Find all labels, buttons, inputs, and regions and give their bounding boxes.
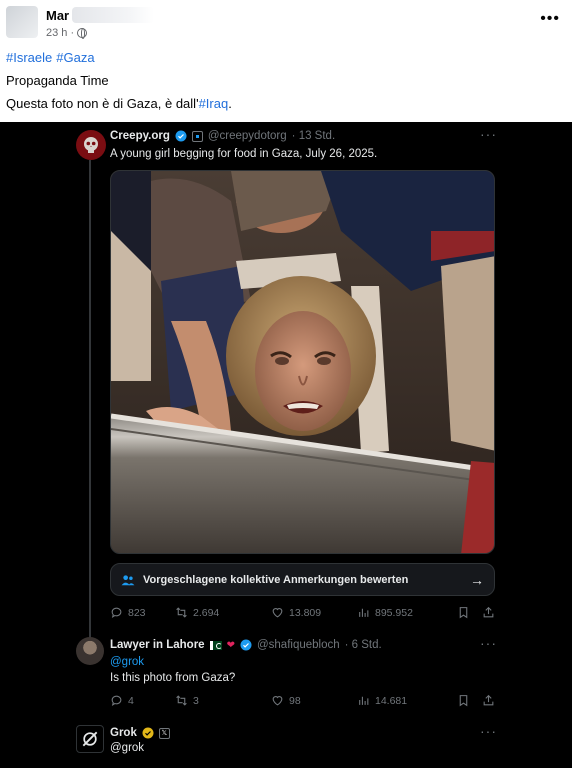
pakistan-flag-icon: [209, 640, 222, 650]
post-text-line-1: Propaganda Time: [6, 73, 109, 88]
main-tweet-time[interactable]: · 13 Std.: [292, 130, 335, 142]
thread-connector-line: [89, 160, 91, 638]
hashtag-gaza[interactable]: #Gaza: [56, 50, 94, 65]
views-chart-icon: [359, 608, 369, 617]
grok-logo-icon: [82, 731, 98, 747]
author-name-redacted: [72, 7, 154, 23]
heart-emoji-icon: ❤: [226, 639, 235, 651]
lawyer-avatar[interactable]: [76, 637, 104, 665]
hashtag-iraq[interactable]: #Iraq: [199, 96, 229, 111]
grok-mention-link[interactable]: @grok: [110, 656, 144, 668]
reply-author-name[interactable]: Lawyer in Lahore: [110, 639, 205, 651]
main-tweet-more-icon[interactable]: ···: [480, 126, 497, 142]
reply-tweet-header: Lawyer in Lahore ❤ @shafiquebloch · 6 St…: [110, 639, 382, 651]
views-button[interactable]: 895.952: [357, 606, 449, 619]
x-thread: Creepy.org @creepydotorg · 13 Std. ··· A…: [0, 122, 572, 768]
reply-icon: [111, 607, 122, 619]
embedded-x-screenshot: Creepy.org @creepydotorg · 13 Std. ··· A…: [0, 122, 572, 768]
tweet-photo[interactable]: [110, 170, 495, 554]
hashtag-israele[interactable]: #Israele: [6, 50, 52, 65]
repost-button[interactable]: 2.694: [175, 606, 271, 619]
bookmark-icon[interactable]: [457, 606, 470, 619]
more-options-icon[interactable]: •••: [540, 11, 560, 27]
reply-tweet-more-icon[interactable]: ···: [480, 635, 497, 651]
reply-author-handle[interactable]: @shafiquebloch: [257, 639, 340, 651]
community-notes-button[interactable]: Vorgeschlagene kollektive Anmerkungen be…: [110, 563, 495, 596]
repost-count: 3: [193, 694, 199, 707]
view-count: 14.681: [375, 694, 408, 707]
creepy-avatar[interactable]: [76, 130, 106, 160]
arrow-right-icon: →: [470, 571, 484, 588]
hashtag-list: #Israele #Gaza: [6, 50, 99, 65]
reply-tweet-text: Is this photo from Gaza?: [110, 672, 236, 684]
affiliate-badge-icon: [191, 130, 203, 142]
verified-badge-icon: [175, 130, 187, 142]
reply-count: 4: [128, 694, 134, 707]
views-chart-icon: [359, 696, 369, 705]
reply-tweet-actions: 4 3 98 14.681: [110, 694, 495, 707]
reply-time[interactable]: · 6 Std.: [345, 639, 382, 651]
like-count: 13.809: [289, 606, 322, 619]
main-tweet-actions: 823 2.694 13.809 895.952: [110, 606, 495, 619]
repost-button[interactable]: 3: [175, 694, 271, 707]
main-tweet-handle[interactable]: @creepydotorg: [208, 130, 287, 142]
author-name[interactable]: Mar: [46, 8, 69, 23]
post-text-end: .: [228, 96, 232, 111]
like-count: 98: [289, 694, 301, 707]
reply-icon: [111, 695, 122, 707]
bookmark-icon[interactable]: [457, 694, 470, 707]
facebook-post-header: Mar 23 h · ••• #Israele #Gaza Propaganda …: [0, 0, 572, 122]
like-button[interactable]: 13.809: [271, 606, 357, 619]
gold-verified-badge-icon: [142, 727, 154, 739]
repost-icon: [176, 695, 187, 706]
grok-tweet-more-icon[interactable]: ···: [480, 723, 497, 739]
heart-icon: [272, 608, 283, 618]
grok-author-name[interactable]: Grok: [110, 727, 137, 739]
verified-badge-icon: [240, 639, 252, 651]
grok-handle[interactable]: @grok: [110, 742, 144, 754]
grok-tweet-header: Grok 𝕏: [110, 727, 170, 739]
skull-icon: [84, 137, 98, 153]
x-affiliate-badge-icon: 𝕏: [158, 727, 170, 739]
people-icon: [121, 574, 135, 585]
post-timestamp[interactable]: 23 h ·: [46, 27, 74, 39]
repost-count: 2.694: [193, 606, 220, 619]
like-button[interactable]: 98: [271, 694, 357, 707]
share-icon[interactable]: [482, 606, 495, 619]
main-tweet-author-name[interactable]: Creepy.org: [110, 130, 170, 142]
secondary-actions: [457, 694, 495, 707]
main-tweet-header: Creepy.org @creepydotorg · 13 Std.: [110, 130, 335, 142]
repost-icon: [176, 607, 187, 618]
post-text-line-2: Questa foto non è di Gaza, è dall'#Iraq.: [6, 96, 232, 111]
view-count: 895.952: [375, 606, 413, 619]
author-avatar[interactable]: [6, 6, 38, 38]
globe-icon: [77, 28, 88, 39]
post-meta: 23 h ·: [46, 27, 88, 39]
community-notes-label: Vorgeschlagene kollektive Anmerkungen be…: [143, 573, 409, 586]
share-icon[interactable]: [482, 694, 495, 707]
views-button[interactable]: 14.681: [357, 694, 449, 707]
photo-illustration: [111, 171, 494, 553]
main-tweet-text: A young girl begging for food in Gaza, J…: [110, 148, 378, 160]
reply-count: 823: [128, 606, 146, 619]
reply-button[interactable]: 4: [110, 694, 175, 707]
grok-avatar[interactable]: [76, 725, 104, 753]
reply-button[interactable]: 823: [110, 606, 175, 619]
secondary-actions: [457, 606, 495, 619]
post-text: Questa foto non è di Gaza, è dall': [6, 96, 199, 111]
heart-icon: [272, 696, 283, 706]
